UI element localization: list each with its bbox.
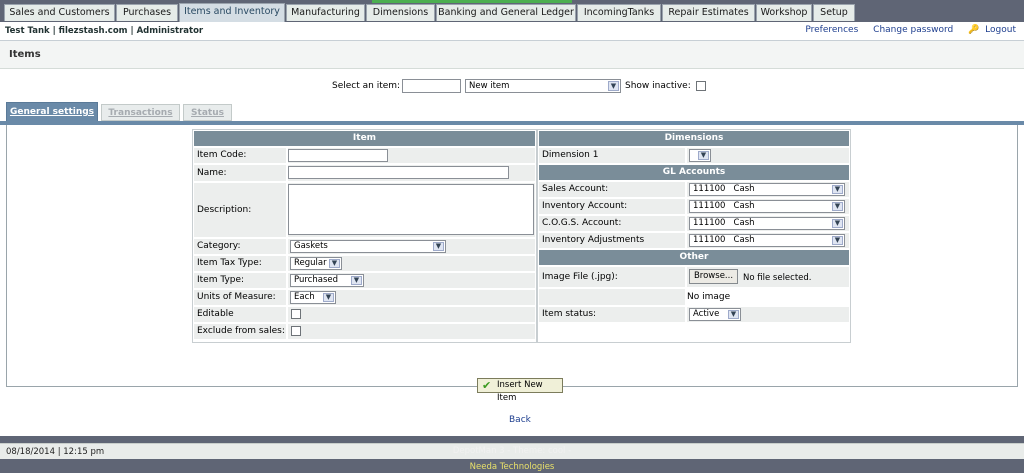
key-icon: 🔑 xyxy=(968,25,980,35)
tab-incomingtanks[interactable]: IncomingTanks xyxy=(577,4,661,21)
footer-company-link[interactable]: Needa Technologies xyxy=(0,462,1024,472)
page-body: Test Tank | filezstash.com | Administrat… xyxy=(0,22,1024,459)
select-item-label: Select an item: xyxy=(332,81,401,91)
tab-manufacturing[interactable]: Manufacturing xyxy=(286,4,365,21)
tab-general-settings[interactable]: General settings xyxy=(6,102,98,122)
tab-dimensions[interactable]: Dimensions xyxy=(366,4,435,21)
insert-new-item-button[interactable]: ✔ Insert New Item xyxy=(477,378,563,403)
right-section-border xyxy=(537,129,851,343)
change-password-link[interactable]: Change password xyxy=(873,25,953,35)
accent-line xyxy=(372,0,572,3)
tab-repair-estimates[interactable]: Repair Estimates xyxy=(662,4,755,21)
title-bar: Items xyxy=(0,41,1024,69)
item-selector-row: Select an item: New item ▼ Show inactive… xyxy=(0,78,1024,96)
back-link[interactable]: Back xyxy=(509,415,531,425)
show-inactive-checkbox[interactable] xyxy=(696,81,706,91)
item-code-search-input[interactable] xyxy=(402,79,461,93)
tab-items-and-inventory[interactable]: Items and Inventory xyxy=(179,3,285,22)
tab-transactions[interactable]: Transactions xyxy=(101,104,180,121)
item-select-dropdown[interactable]: New item ▼ xyxy=(465,79,621,93)
main-menu-bar: Sales and Customers Purchases Items and … xyxy=(0,0,1024,22)
item-section-border xyxy=(192,129,537,343)
checkmark-icon: ✔ xyxy=(482,379,492,392)
show-inactive-label: Show inactive: xyxy=(625,81,691,91)
preferences-link[interactable]: Preferences xyxy=(805,25,858,35)
user-info: Test Tank | filezstash.com | Administrat… xyxy=(5,26,204,36)
item-select-value: New item xyxy=(469,81,510,91)
general-settings-panel: Item Item Code: Name: Description: Categ… xyxy=(6,125,1018,387)
tab-status[interactable]: Status xyxy=(183,104,232,121)
tab-purchases[interactable]: Purchases xyxy=(116,4,178,21)
user-bar: Test Tank | filezstash.com | Administrat… xyxy=(0,22,1024,41)
item-subtabs: General settings Transactions Status xyxy=(0,102,1024,122)
user-links: Preferences Change password 🔑 Logout xyxy=(793,25,1016,35)
chevron-down-icon: ▼ xyxy=(608,81,619,91)
footer-app-info: DepotMan 3 - Theme: cool - xyxy=(452,446,572,456)
page-title: Items xyxy=(9,49,41,60)
logout-link[interactable]: Logout xyxy=(985,25,1016,35)
tab-setup[interactable]: Setup xyxy=(813,4,855,21)
tab-banking-and-general-ledger[interactable]: Banking and General Ledger xyxy=(436,4,576,21)
tab-sales-and-customers[interactable]: Sales and Customers xyxy=(4,4,115,21)
tab-workshop[interactable]: Workshop xyxy=(756,4,812,21)
insert-new-item-label: Insert New Item xyxy=(497,380,543,403)
